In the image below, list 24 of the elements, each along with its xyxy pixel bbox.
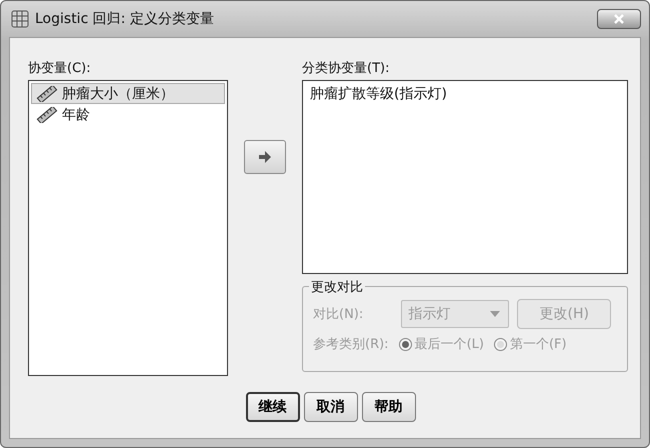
window-title: Logistic 回归: 定义分类变量 [35, 10, 214, 28]
reference-label: 参考类别(R): [313, 336, 389, 353]
move-button[interactable] [244, 140, 286, 174]
list-label: 协变量(C): [28, 60, 92, 78]
dialog-button[interactable]: 帮助 [362, 392, 416, 422]
list-label: 分类协变量(T): [302, 60, 390, 78]
categorical-list[interactable]: 肿瘤扩散等级(指示灯) [302, 80, 628, 274]
caret-icon [490, 311, 500, 317]
close-icon [613, 14, 625, 24]
list-item[interactable]: 肿瘤大小（厘米） [31, 83, 225, 104]
list-item[interactable]: 年龄 [31, 104, 225, 125]
close-button[interactable] [597, 9, 641, 29]
dialog-button[interactable]: 继续 [246, 392, 300, 422]
item-label: 肿瘤大小（厘米） [62, 84, 174, 102]
list-item[interactable]: 肿瘤扩散等级(指示灯) [305, 83, 625, 104]
covariates-list[interactable]: 肿瘤大小（厘米） 年龄 [28, 80, 228, 376]
dialog-button[interactable]: 取消 [304, 392, 358, 422]
item-label: 年龄 [62, 106, 90, 124]
arrow-icon [258, 150, 272, 164]
radio-label: 第一个(F) [510, 336, 567, 353]
radio-label: 最后一个(L) [414, 336, 484, 353]
contrast-label: 对比(N): [313, 306, 364, 323]
table-icon [11, 10, 29, 28]
group-title: 更改对比 [309, 278, 365, 296]
